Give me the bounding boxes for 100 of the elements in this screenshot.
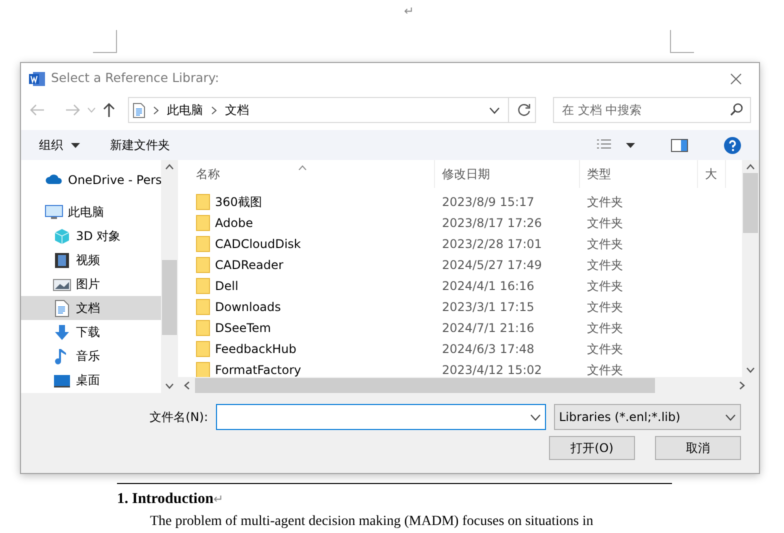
date-cell-text: 2024/5/27 17:49 <box>441 256 543 274</box>
sidebar-item[interactable]: 下载 <box>21 320 161 344</box>
type-cell-text: 文件夹 <box>586 320 624 336</box>
file-name[interactable]: Downloads <box>215 298 281 316</box>
scroll-down-icon[interactable] <box>746 367 755 373</box>
section-heading: 1. Introduction <box>117 491 214 507</box>
date-cell-text: 2023/4/12 15:02 <box>441 362 543 377</box>
dropdown-icon <box>725 414 736 420</box>
folder-icon <box>196 214 210 230</box>
dropdown-icon[interactable] <box>489 106 500 114</box>
help-icon[interactable] <box>724 136 741 154</box>
column-header[interactable]: 名称 <box>178 160 435 188</box>
download-icon <box>53 324 71 340</box>
up-icon[interactable] <box>102 102 116 118</box>
cancel-button[interactable]: 取消 <box>655 436 741 460</box>
refresh-icon[interactable] <box>517 103 531 117</box>
caret-icon <box>71 142 80 148</box>
close-icon <box>730 73 742 86</box>
scroll-up-icon[interactable] <box>746 164 755 170</box>
scrollbar-thumb[interactable] <box>743 173 758 233</box>
scroll-right-icon[interactable] <box>739 380 745 390</box>
file-name[interactable]: FeedbackHub <box>215 340 296 358</box>
folder-icon <box>196 320 210 336</box>
type-cell-text: 文件夹 <box>586 236 624 252</box>
search-field[interactable]: 在 文档 中搜索 <box>553 97 751 123</box>
paragraph-mark: ↵ <box>404 3 414 20</box>
file-name[interactable]: CADReader <box>215 256 284 274</box>
file-name[interactable]: 360截图 <box>215 192 262 210</box>
column-header[interactable]: 类型 <box>580 160 698 188</box>
type-cell-text: 文件夹 <box>586 214 624 232</box>
filename-label: 文件名(N): <box>150 409 208 426</box>
sidebar-item[interactable]: 此电脑 <box>21 200 161 224</box>
sort-icon <box>298 165 307 170</box>
type-cell-text: 文件夹 <box>586 340 624 358</box>
breadcrumb-item[interactable]: 此电脑 <box>167 101 203 119</box>
file-name[interactable]: FormatFactory <box>215 360 302 377</box>
app-icon <box>29 70 45 86</box>
document-icon <box>133 102 145 118</box>
sidebar-item[interactable]: 3D 对象 <box>21 224 161 248</box>
scroll-left-icon[interactable] <box>184 380 190 390</box>
scrollbar[interactable] <box>742 160 759 377</box>
sidebar-item[interactable]: 桌面 <box>21 368 161 392</box>
document-icon <box>53 300 71 316</box>
search-icon <box>730 103 743 116</box>
scrollbar[interactable] <box>161 160 178 393</box>
date-cell-text: 2023/8/9 15:17 <box>441 194 536 210</box>
date-cell-text: 2023/2/28 17:01 <box>441 236 543 252</box>
organize-button[interactable]: 组织 <box>39 136 80 154</box>
scroll-up-icon[interactable] <box>165 164 174 170</box>
sidebar-item[interactable]: 音乐 <box>21 344 161 368</box>
dropdown-icon <box>530 414 541 420</box>
filename-field[interactable] <box>216 404 546 430</box>
window-title: Select a Reference Library: <box>51 69 220 88</box>
scrollbar-thumb[interactable] <box>195 378 655 392</box>
folder-icon <box>196 340 210 356</box>
paragraph-mark: ↵ <box>213 492 224 506</box>
date-cell-text: 2023/3/1 17:15 <box>441 298 536 316</box>
address-bar[interactable]: 此电脑 文档 <box>128 97 536 123</box>
new-folder-button[interactable]: 新建文件夹 <box>110 136 170 154</box>
date-cell-text: 2023/8/17 17:26 <box>441 214 543 232</box>
sidebar-item[interactable]: 文档 <box>21 296 161 320</box>
scrollbar-thumb[interactable] <box>162 260 177 335</box>
type-cell-text: 文件夹 <box>586 256 624 274</box>
folder-icon <box>196 278 210 294</box>
folder-icon <box>196 256 210 272</box>
scrollbar[interactable] <box>178 377 759 393</box>
chevron-icon <box>153 106 159 114</box>
paragraph-text: The problem of multi-agent decision making (MADM) focuses on situations in <box>150 513 594 530</box>
file-name[interactable]: Adobe <box>215 214 253 232</box>
type-cell-text: 文件夹 <box>586 278 624 294</box>
file-name[interactable]: CADCloudDisk <box>215 234 301 252</box>
cube-icon <box>53 228 71 244</box>
breadcrumb-item[interactable]: 文档 <box>225 101 249 119</box>
scroll-down-icon[interactable] <box>165 383 174 389</box>
folder-icon <box>196 194 210 210</box>
date-cell-text: 2024/4/1 16:16 <box>441 278 536 294</box>
open-button[interactable]: 打开(O) <box>549 436 635 460</box>
date-cell-text: 2024/7/1 21:16 <box>441 320 536 336</box>
file-name[interactable]: DSeeTem <box>215 318 271 336</box>
type-cell-text: 文件夹 <box>586 298 624 316</box>
sidebar-item[interactable]: OneDrive - Pers <box>21 168 161 192</box>
chevron-icon <box>211 106 217 114</box>
computer-icon <box>45 204 63 220</box>
sidebar-item[interactable]: 图片 <box>21 272 161 296</box>
column-header[interactable]: 大 <box>698 160 726 188</box>
caret-icon[interactable] <box>626 142 635 148</box>
film-icon <box>53 252 71 268</box>
date-cell-text: 2024/6/3 17:48 <box>441 340 536 358</box>
file-name[interactable]: Dell <box>215 276 238 294</box>
crop-mark <box>93 30 117 53</box>
preview-pane-icon[interactable] <box>671 138 688 152</box>
folder-icon <box>196 298 210 314</box>
folder-icon <box>196 236 210 252</box>
sidebar-item[interactable]: 视频 <box>21 248 161 272</box>
column-header[interactable]: 修改日期 <box>435 160 580 188</box>
type-cell-text: 文件夹 <box>586 194 624 210</box>
filter-dropdown[interactable]: Libraries (*.enl;*.lib) <box>554 404 741 430</box>
type-cell-text: 文件夹 <box>586 362 624 377</box>
folder-icon <box>196 362 210 377</box>
crop-mark <box>670 30 694 53</box>
